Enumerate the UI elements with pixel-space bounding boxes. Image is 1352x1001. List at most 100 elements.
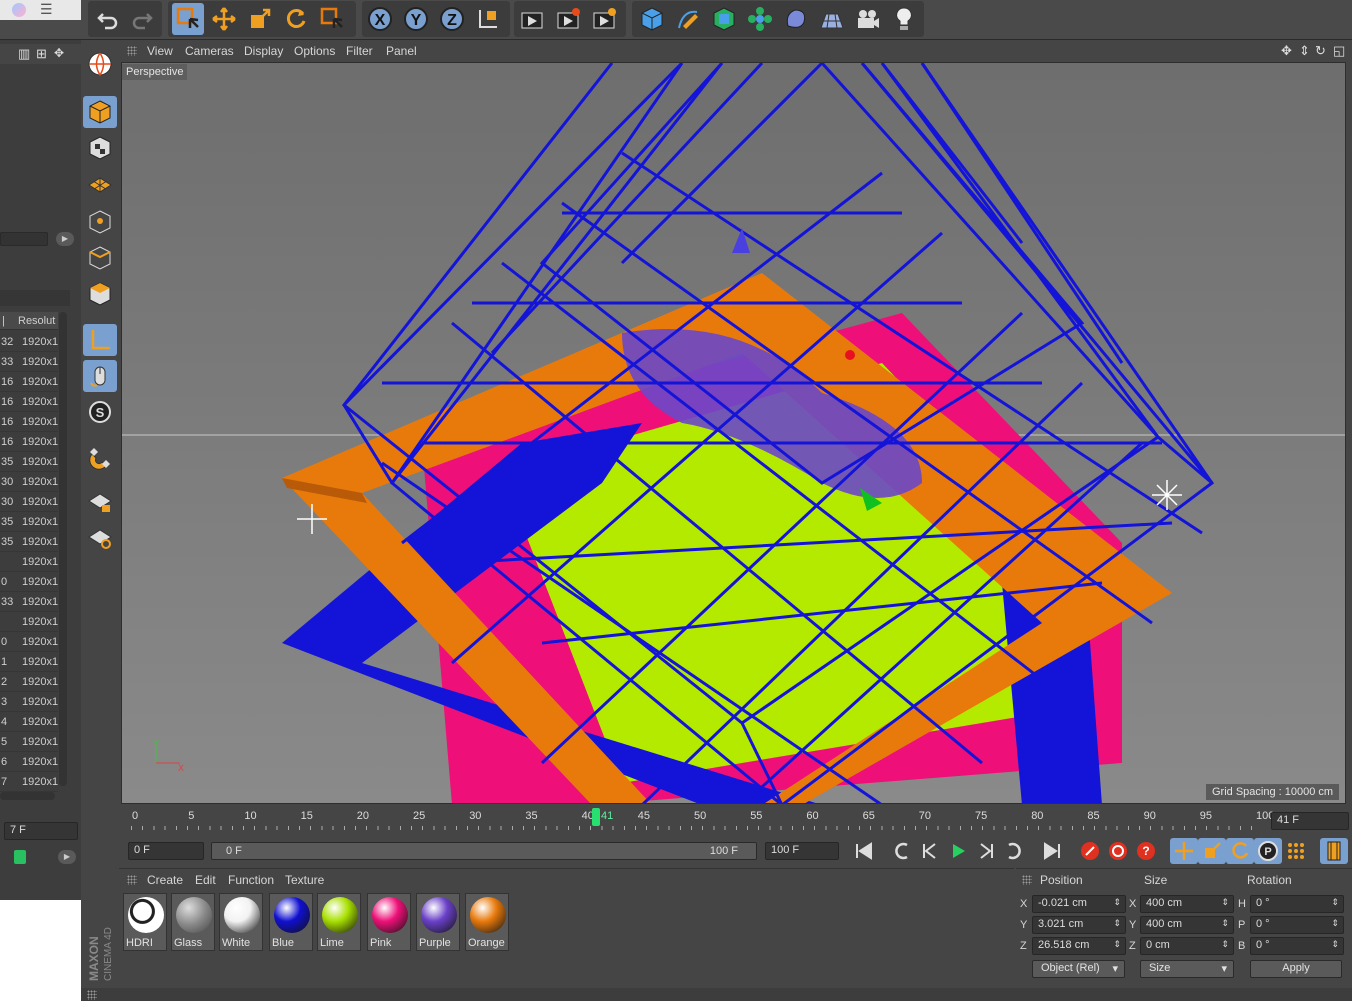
material-white[interactable]: White xyxy=(219,893,263,951)
material-grip-icon[interactable] xyxy=(127,875,137,885)
key-scale-icon[interactable] xyxy=(1198,838,1226,864)
next-frame-icon[interactable] xyxy=(972,838,1000,864)
keyframe-selection-icon[interactable]: ? xyxy=(1132,838,1160,864)
coordinate-mode-dropdown[interactable]: Object (Rel) ▾ xyxy=(1032,960,1125,978)
menu-options[interactable]: Options xyxy=(294,44,335,58)
move-icon[interactable] xyxy=(208,3,240,35)
list-item[interactable]: 1 1920x1 xyxy=(0,652,58,672)
toggle-view-icon[interactable]: ◱ xyxy=(1333,43,1345,59)
floor-icon[interactable] xyxy=(816,3,848,35)
list-scrollbar[interactable] xyxy=(59,312,67,786)
list-item[interactable]: 35 1920x1 xyxy=(0,532,58,552)
material-glass[interactable]: Glass xyxy=(171,893,215,951)
move-panel-icon[interactable]: ✥ xyxy=(54,46,64,60)
left-scroll-field[interactable] xyxy=(0,232,48,246)
globe-icon[interactable] xyxy=(83,48,117,80)
material-blue[interactable]: Blue xyxy=(269,893,313,951)
edges-mode-icon[interactable] xyxy=(83,242,117,274)
list-item[interactable]: 16 1920x1 xyxy=(0,392,58,412)
size-field[interactable]: 400 cm ⇕ xyxy=(1140,916,1234,934)
play-small-icon[interactable]: ▶ xyxy=(56,232,74,246)
autokey-icon[interactable] xyxy=(1104,838,1132,864)
zoom-view-icon[interactable]: ⇕ xyxy=(1299,43,1310,59)
texture-mode-icon[interactable] xyxy=(83,132,117,164)
material-purple[interactable]: Purple xyxy=(416,893,460,951)
camera-icon[interactable] xyxy=(852,3,884,35)
previous-frame-icon[interactable] xyxy=(916,838,944,864)
menu-cameras[interactable]: Cameras xyxy=(185,44,234,58)
pen-spline-icon[interactable] xyxy=(672,3,704,35)
key-position-icon[interactable] xyxy=(1170,838,1198,864)
frame-field[interactable]: 7 F xyxy=(4,822,78,840)
go-to-start-icon[interactable] xyxy=(850,838,878,864)
grip-icon[interactable] xyxy=(127,46,137,56)
size-field[interactable]: 400 cm ⇕ xyxy=(1140,895,1234,913)
list-item[interactable]: 0 1920x1 xyxy=(0,632,58,652)
locked-workplane-icon[interactable] xyxy=(83,486,117,518)
list-item[interactable]: 33 1920x1 xyxy=(0,352,58,372)
go-to-end-icon[interactable] xyxy=(1038,838,1066,864)
material-menu-edit[interactable]: Edit xyxy=(195,873,216,887)
material-menu-function[interactable]: Function xyxy=(228,873,274,887)
coord-grip-icon[interactable] xyxy=(1022,875,1032,885)
list-item[interactable]: 16 1920x1 xyxy=(0,432,58,452)
perspective-viewport[interactable]: YX xyxy=(121,62,1346,804)
record-active-icon[interactable] xyxy=(1076,838,1104,864)
status-grip-icon[interactable] xyxy=(87,990,97,1000)
render-view-icon[interactable] xyxy=(516,3,548,35)
material-menu-create[interactable]: Create xyxy=(147,873,183,887)
timeline[interactable]: 0 5 10 15 20 25 30 35 40 45 50 55 60 65 70 75 80 85 90 95 10… xyxy=(119,804,1352,838)
z-axis-lock-icon[interactable]: Z xyxy=(436,3,468,35)
apply-button[interactable]: Apply xyxy=(1250,960,1342,978)
material-orange[interactable]: Orange xyxy=(465,893,509,951)
layout-icon[interactable]: ▥ xyxy=(18,46,30,62)
solo-icon[interactable]: S xyxy=(83,396,117,428)
size-field[interactable]: 0 cm ⇕ xyxy=(1140,937,1234,955)
workplane-mode-icon[interactable] xyxy=(83,168,117,200)
position-field[interactable]: 26.518 cm ⇕ xyxy=(1032,937,1126,955)
list-item[interactable]: 7 1920x1 xyxy=(0,772,58,792)
current-frame-marker[interactable] xyxy=(592,808,600,826)
next-key-icon[interactable] xyxy=(1000,838,1028,864)
list-item[interactable]: 35 1920x1 xyxy=(0,512,58,532)
position-field[interactable]: 3.021 cm ⇕ xyxy=(1032,916,1126,934)
array-icon[interactable] xyxy=(744,3,776,35)
list-item[interactable]: 16 1920x1 xyxy=(0,412,58,432)
rotate-view-icon[interactable]: ↻ xyxy=(1315,43,1326,59)
viewport-label[interactable]: Perspective xyxy=(122,64,188,80)
list-item[interactable]: 33 1920x1 xyxy=(0,592,58,612)
planar-workplane-icon[interactable] xyxy=(83,522,117,554)
redo-icon[interactable] xyxy=(126,3,158,35)
material-hdri[interactable]: HDRI xyxy=(123,893,167,951)
cube-icon[interactable] xyxy=(636,3,668,35)
scale-icon[interactable] xyxy=(244,3,276,35)
current-frame-field[interactable]: 41 F xyxy=(1271,812,1349,830)
rotation-field[interactable]: 0 ° ⇕ xyxy=(1250,937,1344,955)
live-selection-icon[interactable] xyxy=(172,3,204,35)
scheme-film-icon[interactable] xyxy=(1320,838,1348,864)
play-forward-icon[interactable] xyxy=(944,838,972,864)
rotate-icon[interactable] xyxy=(280,3,312,35)
list-item[interactable]: 32 1920x1 xyxy=(0,332,58,352)
position-field[interactable]: -0.021 cm ⇕ xyxy=(1032,895,1126,913)
list-item[interactable]: 4 1920x1 xyxy=(0,712,58,732)
menu-display[interactable]: Display xyxy=(244,44,283,58)
list-item[interactable]: 30 1920x1 xyxy=(0,492,58,512)
key-rotation-icon[interactable] xyxy=(1226,838,1254,864)
menu-view[interactable]: View xyxy=(147,44,173,58)
select-icon[interactable] xyxy=(316,3,348,35)
list-item[interactable]: 6 1920x1 xyxy=(0,752,58,772)
add-icon[interactable]: ⊞ xyxy=(36,46,47,62)
resolution-column-header[interactable]: Resolut xyxy=(18,315,55,327)
horizontal-scrollbar[interactable] xyxy=(0,792,55,800)
deformer-icon[interactable] xyxy=(780,3,812,35)
size-mode-dropdown[interactable]: Size ▾ xyxy=(1140,960,1234,978)
material-pink[interactable]: Pink xyxy=(367,893,411,951)
pan-view-icon[interactable]: ✥ xyxy=(1281,43,1292,59)
material-menu-texture[interactable]: Texture xyxy=(285,873,324,887)
list-item[interactable]: 30 1920x1 xyxy=(0,472,58,492)
menu-panel[interactable]: Panel xyxy=(386,44,417,58)
play-small-icon-2[interactable]: ▶ xyxy=(58,850,76,864)
list-item[interactable]: 0 1920x1 xyxy=(0,572,58,592)
subdivision-icon[interactable] xyxy=(708,3,740,35)
